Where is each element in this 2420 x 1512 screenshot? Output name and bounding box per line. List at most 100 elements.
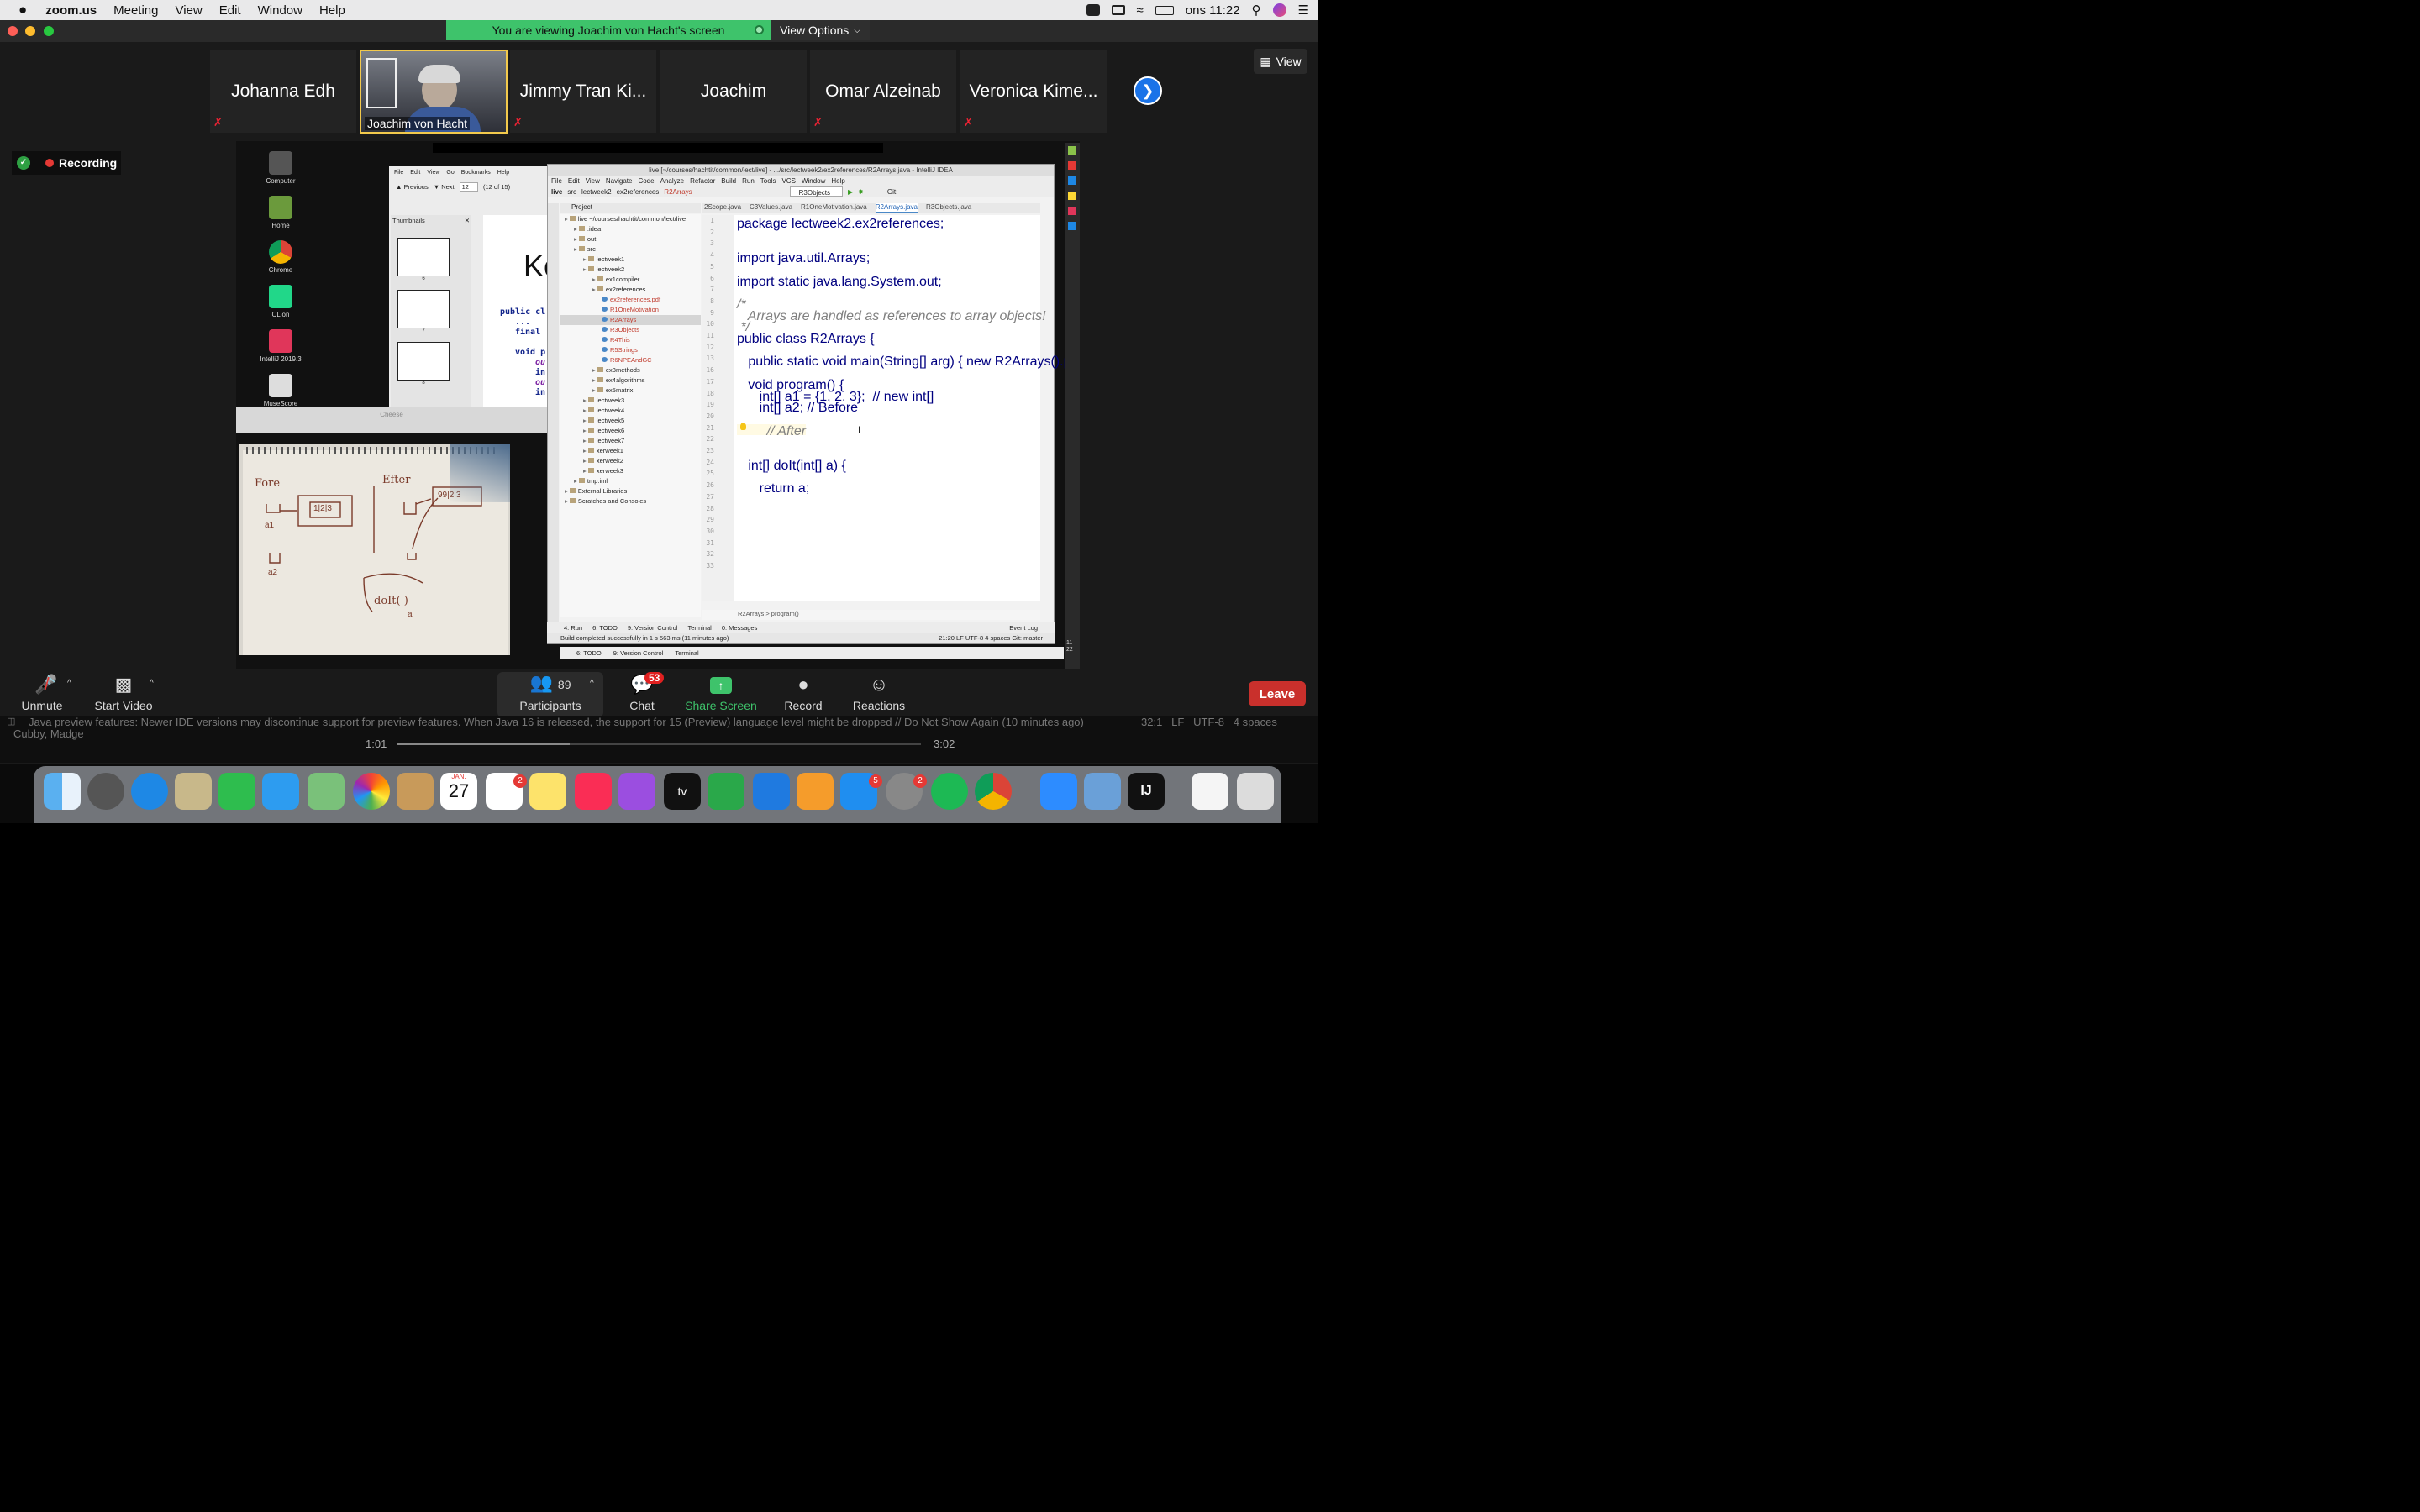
maximize-window-icon[interactable] — [44, 26, 54, 36]
spotify-icon[interactable] — [931, 773, 968, 810]
previous-button[interactable]: ▲ Previous — [396, 183, 429, 191]
recording-indicator[interactable]: ✓ Recording — [12, 151, 121, 175]
view-layout-button[interactable]: ▦ View — [1254, 49, 1307, 74]
app-icon[interactable] — [1068, 207, 1076, 215]
siri-icon[interactable] — [1272, 3, 1286, 17]
project-tree-item[interactable]: R4This — [560, 335, 701, 345]
ide-menu-item[interactable]: Navigate — [606, 176, 633, 186]
participants-chevron-icon[interactable]: ^ — [590, 679, 594, 688]
app-icon[interactable] — [1068, 176, 1076, 185]
menu-item-view[interactable]: View — [167, 3, 211, 18]
code-line[interactable]: import static java.lang.System.out; — [737, 275, 942, 289]
editor-tab[interactable]: R3Objects.java — [926, 203, 971, 213]
pdf-menu-item[interactable]: File — [394, 170, 403, 176]
airplay-icon[interactable] — [1111, 5, 1125, 15]
ide-menu-item[interactable]: Tools — [760, 176, 776, 186]
participant-tile[interactable]: Omar Alzeinab ✗ — [810, 50, 956, 133]
minimize-window-icon[interactable] — [25, 26, 35, 36]
media-progress-track[interactable] — [397, 743, 921, 745]
code-line[interactable]: return a; — [737, 481, 810, 496]
code-line[interactable]: package lectweek2.ex2references; — [737, 217, 944, 231]
app-icon[interactable] — [1068, 146, 1076, 155]
contacts-icon[interactable] — [397, 773, 434, 810]
code-line[interactable]: int[] doIt(int[] a) { — [737, 459, 846, 473]
menu-item-window[interactable]: Window — [250, 3, 311, 18]
app-menu[interactable]: zoom.us — [35, 3, 105, 18]
editor-tab[interactable]: C3Values.java — [750, 203, 792, 213]
battery-icon[interactable] — [1155, 5, 1174, 15]
project-tree-item[interactable]: ▸ lectweek6 — [560, 426, 701, 436]
project-tree-item[interactable]: ▸ lectweek1 — [560, 255, 701, 265]
document-thumbnail-icon[interactable] — [1192, 773, 1228, 810]
project-tree-item[interactable]: ▸ xerweek1 — [560, 446, 701, 456]
chrome-icon[interactable] — [975, 773, 1012, 810]
run-icon[interactable]: ▶ — [848, 186, 853, 197]
control-center-icon[interactable]: ☰ — [1298, 3, 1309, 18]
project-tree-item[interactable]: ex2references.pdf — [560, 295, 701, 305]
leave-button[interactable]: Leave — [1249, 681, 1306, 706]
app-icon[interactable] — [1068, 192, 1076, 200]
project-tree-item[interactable]: ▸ Scratches and Consoles — [560, 496, 701, 507]
project-tree-item[interactable]: ▸ xerweek2 — [560, 456, 701, 466]
tool-tab-terminal[interactable]: Terminal — [687, 624, 711, 632]
thumbnail[interactable] — [397, 238, 450, 276]
tool-tab-messages[interactable]: 0: Messages — [722, 624, 758, 632]
participants-button-content[interactable]: 👥 89 Participants — [514, 672, 587, 717]
project-tree-item[interactable]: ▸ ex3methods — [560, 365, 701, 375]
pdf-menu-item[interactable]: Edit — [410, 170, 420, 176]
safari-icon[interactable] — [131, 773, 168, 810]
desktop-icon-clion[interactable]: CLion — [255, 285, 306, 318]
editor-tab[interactable]: R1OneMotivation.java — [801, 203, 867, 213]
editor-tab-active[interactable]: R2Arrays.java — [875, 203, 918, 213]
project-tree-item[interactable]: ▸ live ~/courses/hachtit/common/lect/liv… — [560, 214, 701, 224]
keynote-icon[interactable] — [753, 773, 790, 810]
zoom-status-icon[interactable] — [1086, 4, 1100, 16]
intellij-icon[interactable]: IJ — [1128, 773, 1165, 810]
next-page-button[interactable]: ❯ — [1134, 76, 1162, 105]
project-tree-item[interactable]: ▸ lectweek3 — [560, 396, 701, 406]
pdf-menu-item[interactable]: Bookmarks — [461, 170, 491, 176]
tool-tab-event-log[interactable]: Event Log — [1009, 624, 1038, 632]
project-tree-item[interactable]: R5Strings — [560, 345, 701, 355]
participant-tile-active-speaker[interactable]: Joachim von Hacht — [360, 50, 508, 134]
tool-tab-todo[interactable]: 6: TODO — [592, 624, 618, 632]
participant-tile[interactable]: Veronica Kime... ✗ — [960, 50, 1107, 133]
run-config-select[interactable]: R3Objects — [789, 186, 843, 197]
project-tree-item[interactable]: R1OneMotivation — [560, 305, 701, 315]
desktop-icon-computer[interactable]: Computer — [255, 151, 306, 185]
ide-status-right[interactable]: 21:20 LF UTF-8 4 spaces Git: master — [939, 634, 1043, 642]
project-tree-item[interactable]: R3Objects — [560, 325, 701, 335]
nav-crumb[interactable]: live — [551, 186, 562, 197]
java-preview-notice[interactable]: Java preview features: Newer IDE version… — [29, 716, 1084, 728]
code-line[interactable]: a[0] = 99; — [737, 470, 816, 484]
mail-icon[interactable] — [175, 773, 212, 810]
ide-menu-item[interactable]: Run — [742, 176, 755, 186]
desktop-icon-intellij[interactable]: IntelliJ 2019.3 — [255, 329, 306, 363]
lightbulb-icon[interactable] — [740, 423, 746, 430]
code-line[interactable]: } — [737, 528, 741, 542]
pdf-menu-item[interactable]: Go — [446, 170, 454, 176]
pdf-menu-item[interactable]: Help — [497, 170, 509, 176]
code-line[interactable]: int[] a2; // Before — [737, 401, 858, 415]
page-input[interactable]: 12 — [459, 181, 478, 192]
ide-menu-item[interactable]: Code — [638, 176, 654, 186]
ide-menu-item[interactable]: File — [551, 176, 562, 186]
code-line[interactable]: int[] a1 = {1, 2, 3}; // new int[] — [737, 390, 934, 404]
code-line[interactable]: */ — [737, 320, 750, 334]
code-line[interactable]: a2 = doIt(a1); // Calls — [737, 412, 885, 427]
code-line[interactable]: Arrays are handled as references to arra… — [737, 309, 1046, 323]
project-tree-item[interactable]: ▸ lectweek5 — [560, 416, 701, 426]
tool-tab-run[interactable]: 4: Run — [564, 624, 582, 632]
menubar-clock[interactable]: ons 11:22 — [1186, 3, 1240, 18]
pdf-menu-item[interactable]: View — [427, 170, 439, 176]
numbers-icon[interactable] — [708, 773, 744, 810]
project-tree-item[interactable]: ▸ lectweek2 — [560, 265, 701, 275]
close-icon[interactable]: ✕ — [465, 217, 470, 224]
code-line[interactable]: } — [737, 505, 752, 519]
video-options-chevron-icon[interactable]: ^ — [150, 679, 154, 688]
ide-menu-item[interactable]: Edit — [568, 176, 580, 186]
notes-icon[interactable] — [529, 773, 566, 810]
editor-breadcrumb-text[interactable]: R2Arrays > program() — [738, 610, 799, 617]
tool-tab-version-control[interactable]: 9: Version Control — [628, 624, 678, 632]
maps-icon[interactable] — [308, 773, 345, 810]
